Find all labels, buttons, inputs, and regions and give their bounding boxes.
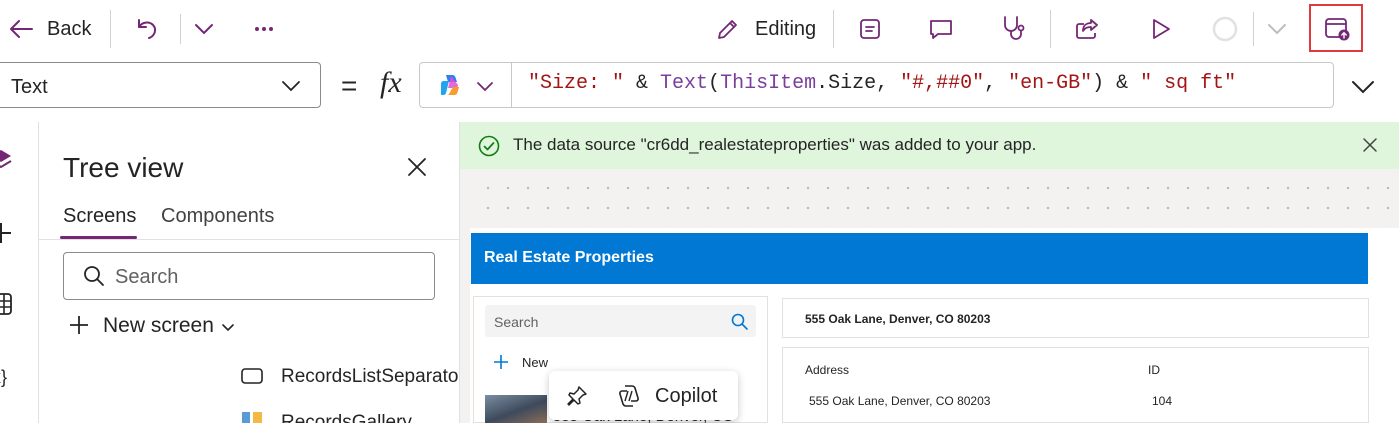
formula-field: .Size, — [816, 72, 901, 95]
data-table-icon[interactable] — [0, 291, 14, 317]
divider — [39, 239, 459, 240]
toolbar-divider — [110, 10, 111, 48]
pencil-icon — [713, 15, 743, 43]
more-horizontal-icon[interactable] — [250, 18, 278, 40]
id-value: 104 — [1152, 394, 1173, 408]
chevron-down-icon[interactable] — [192, 18, 216, 40]
formula-string: "Size: " — [528, 72, 625, 95]
fx-icon: fx — [380, 66, 402, 99]
search-icon — [82, 264, 106, 288]
detail-title: 555 Oak Lane, Denver, CO 80203 — [805, 312, 991, 326]
plus-icon[interactable] — [67, 313, 91, 337]
id-label: ID — [1148, 363, 1160, 377]
back-arrow-icon[interactable] — [6, 16, 36, 42]
tree-search-placeholder: Search — [115, 266, 179, 288]
app-header-title: Real Estate Properties — [484, 249, 654, 266]
svg-text:{x}: {x} — [0, 367, 7, 387]
copilot-icon — [435, 71, 465, 99]
close-icon[interactable] — [404, 154, 430, 180]
gallery-new-button[interactable]: New — [522, 355, 548, 370]
equals-sign: = — [341, 70, 358, 101]
comments-icon[interactable] — [926, 15, 956, 43]
formula-string: "en-GB" — [1008, 72, 1093, 95]
formula-operator: & — [624, 72, 661, 95]
pin-icon[interactable] — [564, 383, 590, 409]
chevron-down-icon[interactable] — [220, 320, 236, 334]
formula-paren: ) — [1092, 72, 1105, 95]
formula-function: Text — [660, 72, 709, 95]
formula-string: "#,##0" — [900, 72, 985, 95]
close-icon[interactable] — [1360, 135, 1380, 155]
expand-formula-chevron-icon[interactable] — [1349, 76, 1377, 98]
toolbar-divider — [833, 10, 834, 48]
toolbar-divider — [180, 14, 181, 44]
formula-operator: & — [1104, 72, 1141, 95]
copilot-label: Copilot — [655, 385, 718, 407]
formula-paren: ( — [708, 72, 721, 95]
tree-view-title: Tree view — [63, 152, 184, 183]
chevron-down-icon[interactable] — [1265, 18, 1289, 40]
tree-item[interactable]: RecordsGallery — [281, 412, 412, 423]
notification-message: The data source "cr6dd_realestatepropert… — [513, 135, 1037, 154]
detail-form-panel[interactable] — [782, 347, 1369, 423]
toolbar-divider — [1253, 12, 1254, 46]
tab-components[interactable]: Components — [161, 205, 274, 228]
undo-icon[interactable] — [131, 15, 161, 43]
plus-icon[interactable] — [492, 353, 510, 371]
tree-item[interactable]: RecordsListSeparato — [281, 366, 458, 388]
play-icon[interactable] — [1146, 15, 1176, 43]
toolbar-divider — [1050, 10, 1051, 48]
formula-string: " sq ft" — [1140, 72, 1237, 95]
stethoscope-icon[interactable] — [998, 13, 1028, 43]
layers-icon[interactable] — [0, 147, 14, 173]
plus-icon[interactable] — [0, 220, 14, 246]
editing-status[interactable]: Editing — [755, 18, 816, 41]
success-check-icon — [477, 134, 501, 158]
formula-identifier: ThisItem — [720, 72, 817, 95]
loading-spinner-icon — [1209, 13, 1241, 45]
property-dropdown-value: Text — [11, 76, 48, 98]
search-icon[interactable] — [730, 312, 750, 332]
copilot-formula-button[interactable] — [419, 62, 511, 108]
back-button[interactable]: Back — [47, 18, 91, 41]
chevron-down-icon[interactable] — [474, 78, 496, 94]
gallery-control-icon — [239, 412, 265, 423]
canvas-grid — [470, 172, 1399, 227]
new-screen-button[interactable]: New screen — [103, 314, 214, 338]
copilot-icon — [614, 381, 644, 411]
gallery-search-placeholder: Search — [494, 314, 539, 330]
property-thumbnail — [485, 395, 547, 423]
publish-icon[interactable] — [1322, 14, 1352, 44]
formula-comma: , — [984, 72, 1009, 95]
chevron-down-icon[interactable] — [279, 76, 303, 96]
rectangle-control-icon — [239, 365, 265, 387]
variables-icon[interactable]: {x} — [0, 363, 16, 389]
address-value: 555 Oak Lane, Denver, CO 80203 — [809, 394, 991, 408]
address-label: Address — [805, 363, 850, 377]
share-icon[interactable] — [1072, 15, 1102, 43]
app-checker-icon[interactable] — [856, 15, 884, 43]
tab-screens[interactable]: Screens — [63, 205, 136, 228]
formula-text: "Size: " & Text(ThisItem.Size, "#,##0", … — [528, 72, 1236, 95]
property-dropdown[interactable] — [0, 62, 321, 108]
